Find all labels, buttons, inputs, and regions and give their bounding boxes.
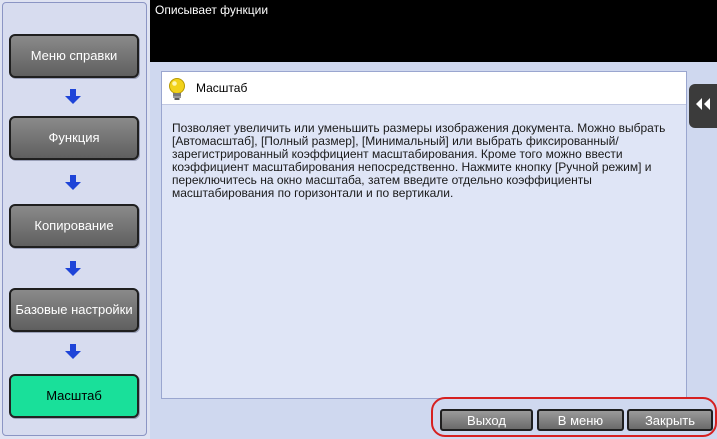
double-chevron-left-icon (695, 97, 711, 115)
content-title: Масштаб (196, 81, 248, 95)
page-title: Описывает функции (155, 3, 269, 17)
arrow-down-icon (63, 344, 83, 360)
arrow-down-icon (63, 175, 83, 191)
nav-zoom-label: Масштаб (46, 388, 102, 403)
nav-basic-settings-button[interactable]: Базовые настройки (9, 288, 139, 332)
nav-copy-label: Копирование (34, 218, 114, 233)
exit-button[interactable]: Выход (440, 409, 533, 431)
main-panel: Описывает функции Масштаб Позволяет увел… (150, 0, 717, 439)
nav-help-menu-label: Меню справки (30, 48, 118, 63)
exit-button-label: Выход (467, 412, 506, 428)
lightbulb-icon (168, 78, 186, 102)
menu-button[interactable]: В меню (537, 409, 624, 431)
nav-function-label: Функция (48, 130, 100, 145)
nav-help-menu-button[interactable]: Меню справки (9, 34, 139, 78)
close-button-label: Закрыть (644, 412, 696, 428)
menu-button-label: В меню (557, 412, 604, 428)
header-bar: Описывает функции (150, 0, 717, 62)
arrow-down-icon (63, 261, 83, 277)
help-navigation: Меню справки Функция Копирование Базовые… (0, 0, 150, 439)
function-description: Позволяет увеличить или уменьшить размер… (172, 121, 666, 200)
arrow-down-icon (63, 89, 83, 105)
content-header: Масштаб (162, 72, 686, 105)
nav-function-button[interactable]: Функция (9, 116, 139, 160)
collapse-panel-button[interactable] (689, 84, 717, 128)
nav-zoom-button[interactable]: Масштаб (9, 374, 139, 418)
nav-copy-button[interactable]: Копирование (9, 204, 139, 248)
help-content-panel: Масштаб Позволяет увеличить или уменьшит… (161, 71, 687, 399)
nav-basic-settings-label: Базовые настройки (15, 302, 133, 317)
close-button[interactable]: Закрыть (627, 409, 713, 431)
